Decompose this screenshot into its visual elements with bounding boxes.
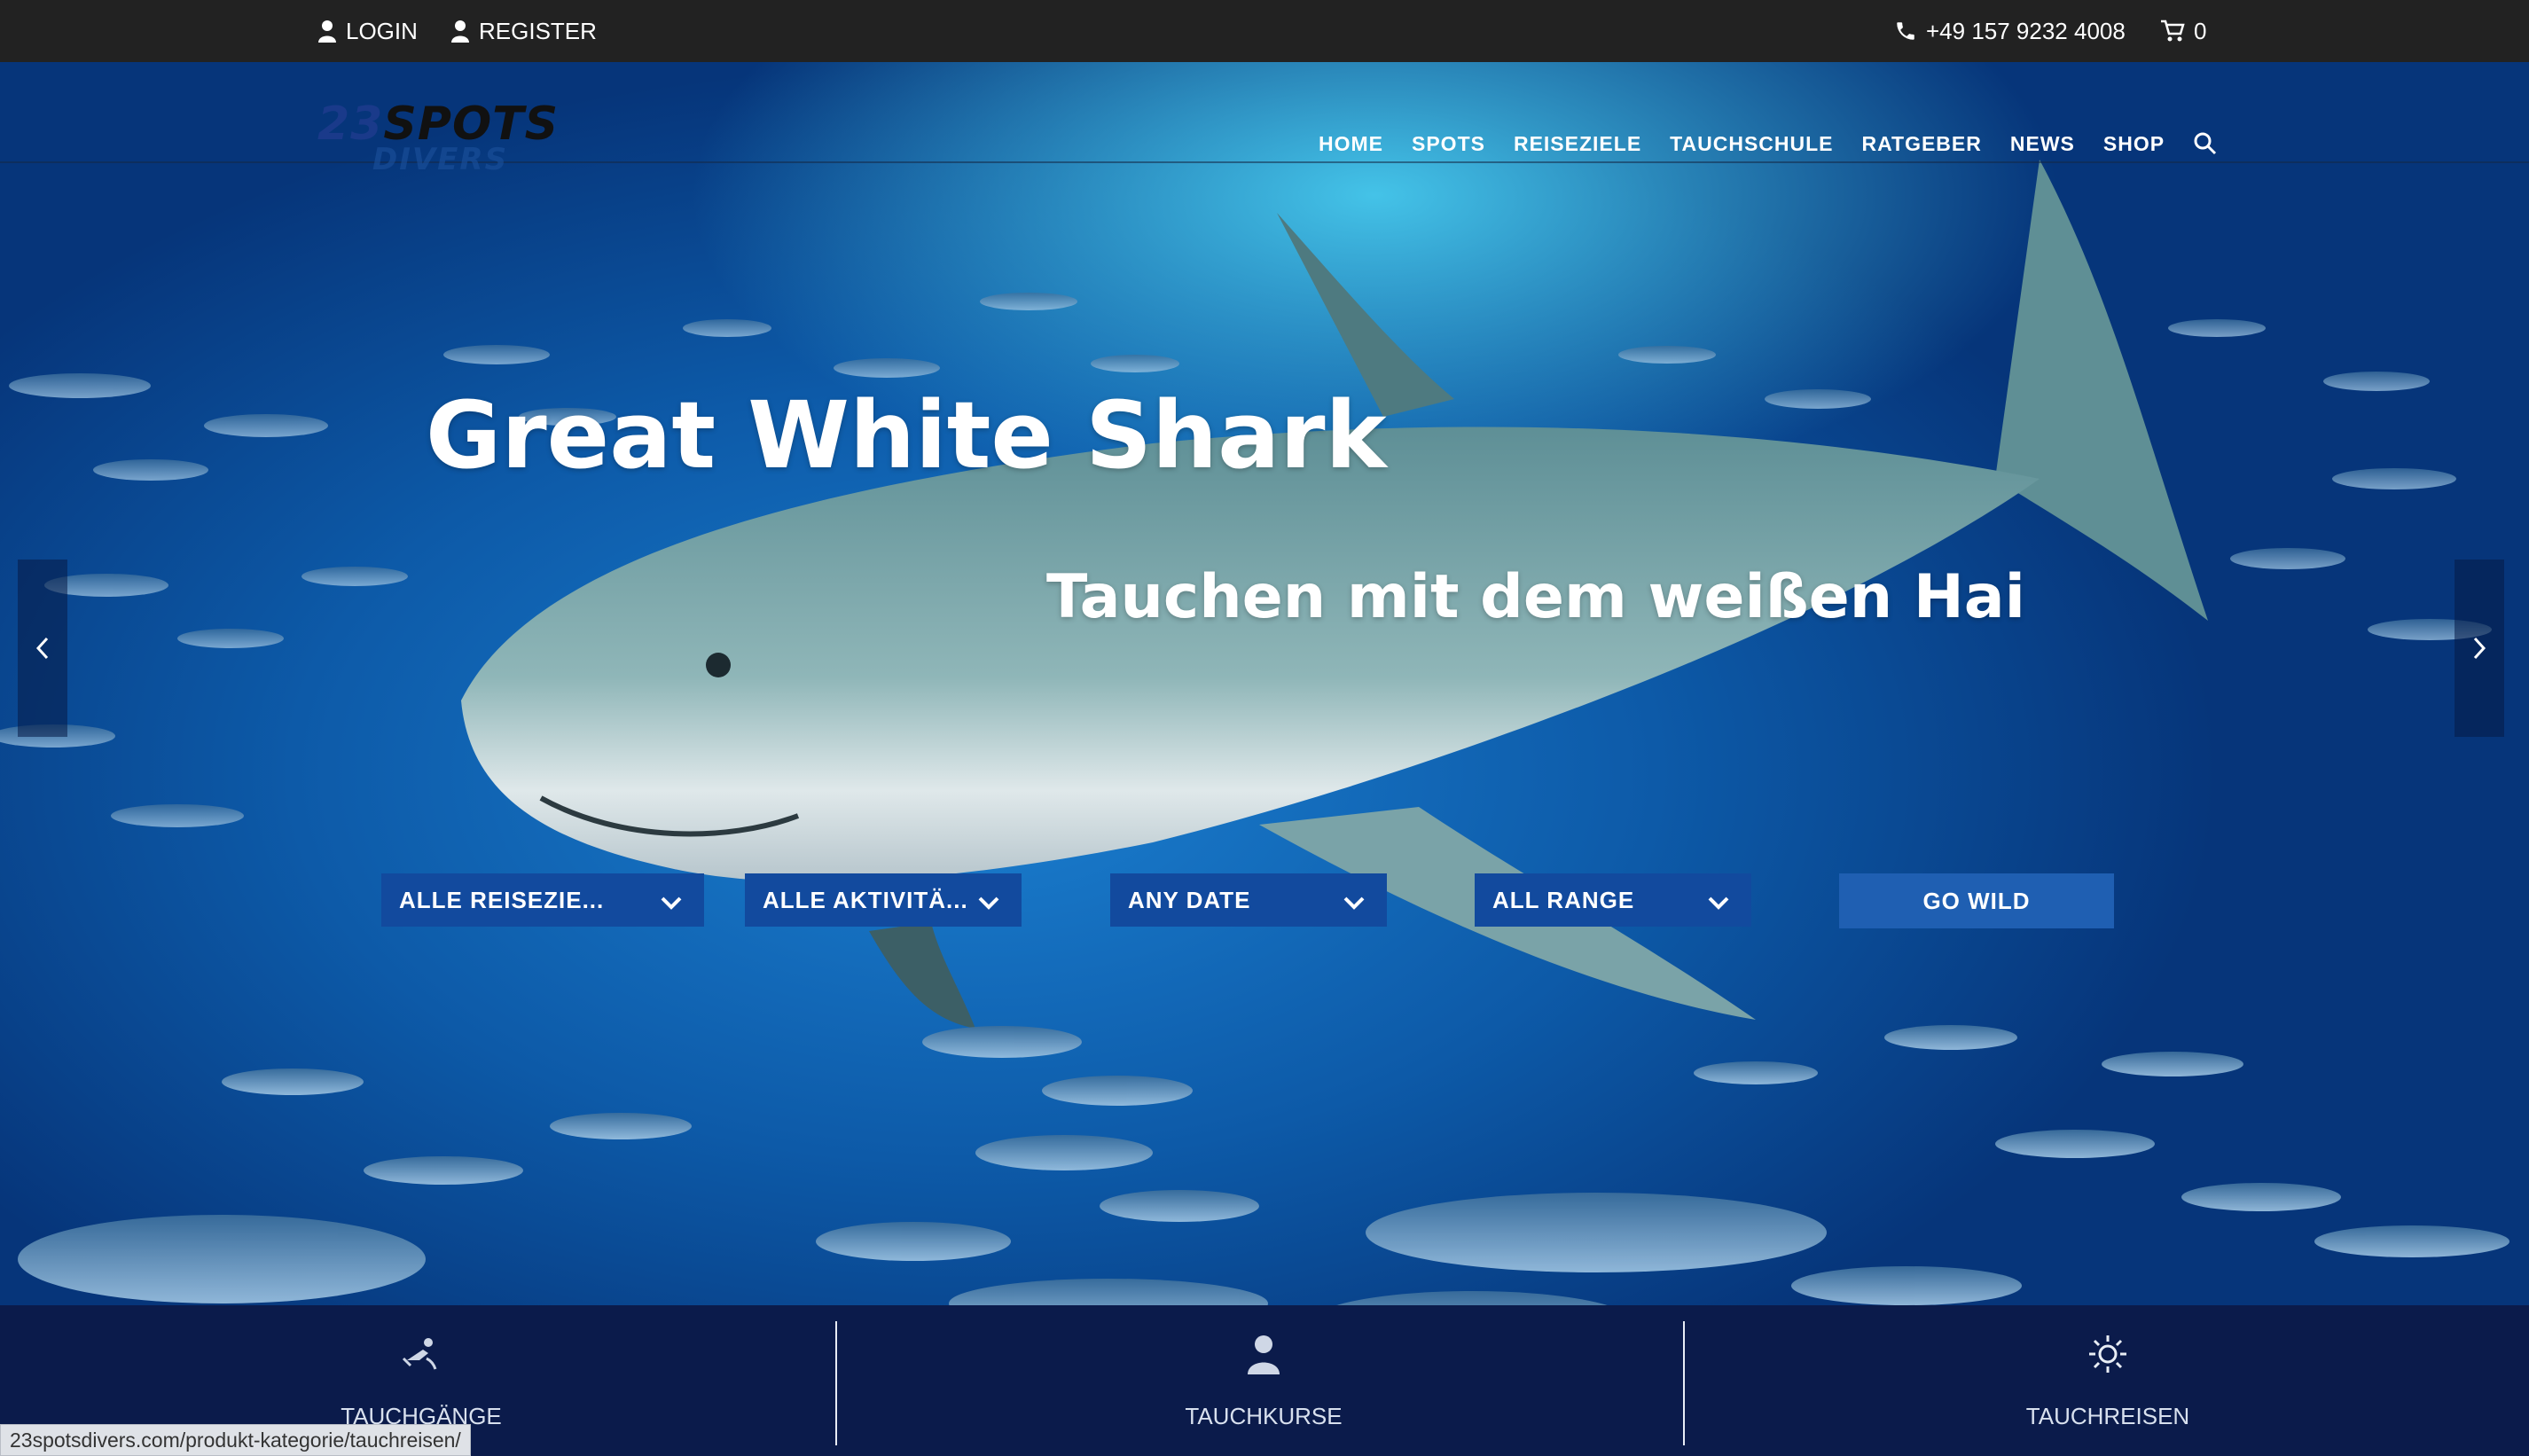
category-label: TAUCHKURSE xyxy=(1185,1403,1343,1429)
shark-background-image xyxy=(0,160,2509,1305)
range-select[interactable]: ALL RANGE xyxy=(1475,873,1751,927)
date-select[interactable]: ANY DATE xyxy=(1110,873,1387,927)
slider-prev-button[interactable] xyxy=(18,560,67,737)
activity-select[interactable]: ALLE AKTIVITÄ... xyxy=(745,873,1022,927)
diver-icon xyxy=(402,1338,437,1370)
register-label: REGISTER xyxy=(479,17,597,44)
site-logo[interactable]: 23SPOTS DIVERS xyxy=(317,98,610,177)
user-icon xyxy=(318,20,336,43)
browser-status-url: 23spotsdivers.com/produkt-kategorie/tauc… xyxy=(0,1424,471,1456)
category-tauchreisen[interactable]: TAUCHREISEN xyxy=(1687,1305,2529,1456)
destination-select[interactable]: ALLE REISEZIE... xyxy=(381,873,704,927)
login-label: LOGIN xyxy=(346,17,418,44)
cart-count: 0 xyxy=(2194,17,2207,44)
activity-value: ALLE AKTIVITÄ... xyxy=(763,886,968,913)
nav-news[interactable]: NEWS xyxy=(2010,132,2075,156)
nav-reiseziele[interactable]: REISEZIELE xyxy=(1514,132,1641,156)
sun-icon xyxy=(2089,1335,2126,1373)
top-bar: LOGIN REGISTER +49 157 9232 4008 0 xyxy=(0,0,2529,62)
destination-value: ALLE REISEZIE... xyxy=(399,886,605,913)
phone-link[interactable]: +49 157 9232 4008 xyxy=(1894,0,2126,62)
login-link[interactable]: LOGIN xyxy=(317,0,418,62)
go-wild-button[interactable]: GO WILD xyxy=(1839,873,2114,928)
nav-shop[interactable]: SHOP xyxy=(2103,132,2165,156)
nav-tauchschule[interactable]: TAUCHSCHULE xyxy=(1670,132,1833,156)
hero-subtitle: Tauchen mit dem weißen Hai xyxy=(1046,562,2025,632)
hero-slider xyxy=(0,62,2529,1305)
divider xyxy=(835,1321,837,1445)
main-nav: HOME SPOTS REISEZIELE TAUCHSCHULE RATGEB… xyxy=(1319,131,2218,156)
slider-next-button[interactable] xyxy=(2455,560,2504,737)
chevron-left-icon xyxy=(35,637,49,660)
category-label: TAUCHREISEN xyxy=(2025,1403,2190,1429)
register-link[interactable]: REGISTER xyxy=(450,0,597,62)
nav-ratgeber[interactable]: RATGEBER xyxy=(1862,132,1982,156)
range-value: ALL RANGE xyxy=(1492,886,1635,913)
phone-number: +49 157 9232 4008 xyxy=(1926,17,2126,44)
logo-subword: DIVERS xyxy=(372,142,509,177)
cart-icon xyxy=(2161,20,2185,42)
phone-icon xyxy=(1897,22,1914,40)
chevron-down-icon xyxy=(1708,896,1729,910)
chevron-right-icon xyxy=(2473,637,2486,660)
divider xyxy=(1683,1321,1685,1445)
person-icon xyxy=(1248,1335,1280,1374)
cart-link[interactable]: 0 xyxy=(2160,0,2206,62)
hero-title: Great White Shark xyxy=(426,381,1387,489)
category-tauchkurse[interactable]: TAUCHKURSE xyxy=(842,1305,1685,1456)
chevron-down-icon xyxy=(978,896,999,910)
chevron-down-icon xyxy=(661,896,682,910)
search-icon[interactable] xyxy=(2193,131,2218,156)
user-icon xyxy=(451,20,469,43)
chevron-down-icon xyxy=(1343,896,1365,910)
nav-spots[interactable]: SPOTS xyxy=(1412,132,1485,156)
nav-home[interactable]: HOME xyxy=(1319,132,1383,156)
date-value: ANY DATE xyxy=(1128,886,1251,913)
